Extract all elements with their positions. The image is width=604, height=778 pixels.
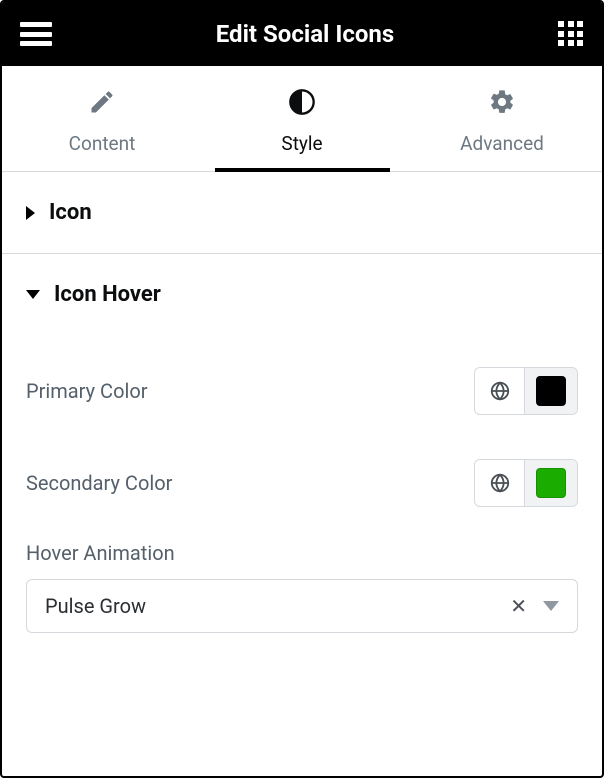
primary-color-global-button[interactable] bbox=[475, 368, 525, 414]
secondary-color-swatch bbox=[536, 468, 566, 498]
editor-header: Edit Social Icons bbox=[2, 2, 602, 66]
hover-animation-label: Hover Animation bbox=[26, 541, 578, 565]
secondary-color-row: Secondary Color bbox=[26, 437, 578, 529]
tab-style-label: Style bbox=[281, 132, 322, 155]
hover-animation-row: Hover Animation Pulse Grow ✕ bbox=[26, 529, 578, 633]
section-icon-hover: Icon Hover Primary Color Seconda bbox=[2, 254, 602, 663]
caret-right-icon bbox=[26, 206, 35, 220]
chevron-down-icon bbox=[543, 601, 559, 611]
pencil-icon bbox=[88, 88, 116, 120]
tab-style[interactable]: Style bbox=[202, 66, 402, 171]
hover-animation-select[interactable]: Pulse Grow ✕ bbox=[26, 579, 578, 633]
widgets-grid-icon[interactable] bbox=[558, 21, 584, 47]
panel-tabs: Content Style Advanced bbox=[2, 66, 602, 172]
globe-icon bbox=[489, 380, 511, 402]
hover-animation-value: Pulse Grow bbox=[45, 594, 146, 618]
section-icon: Icon bbox=[2, 172, 602, 254]
panel-title: Edit Social Icons bbox=[52, 20, 558, 48]
primary-color-control bbox=[474, 367, 578, 415]
section-icon-header[interactable]: Icon bbox=[2, 172, 602, 253]
section-icon-hover-title: Icon Hover bbox=[54, 282, 161, 307]
secondary-color-swatch-button[interactable] bbox=[525, 460, 577, 506]
section-icon-title: Icon bbox=[49, 200, 92, 225]
globe-icon bbox=[489, 472, 511, 494]
primary-color-swatch bbox=[536, 376, 566, 406]
caret-down-icon bbox=[26, 290, 40, 299]
tab-advanced[interactable]: Advanced bbox=[402, 66, 602, 171]
primary-color-row: Primary Color bbox=[26, 345, 578, 437]
tab-content-label: Content bbox=[69, 132, 136, 155]
menu-icon[interactable] bbox=[20, 22, 52, 46]
primary-color-swatch-button[interactable] bbox=[525, 368, 577, 414]
gear-icon bbox=[488, 88, 516, 120]
half-circle-icon bbox=[288, 88, 316, 120]
secondary-color-control bbox=[474, 459, 578, 507]
section-icon-hover-header[interactable]: Icon Hover bbox=[2, 254, 602, 335]
tab-content[interactable]: Content bbox=[2, 66, 202, 171]
primary-color-label: Primary Color bbox=[26, 379, 148, 403]
secondary-color-label: Secondary Color bbox=[26, 471, 172, 495]
secondary-color-global-button[interactable] bbox=[475, 460, 525, 506]
tab-advanced-label: Advanced bbox=[460, 132, 544, 155]
clear-selection-button[interactable]: ✕ bbox=[510, 594, 527, 618]
